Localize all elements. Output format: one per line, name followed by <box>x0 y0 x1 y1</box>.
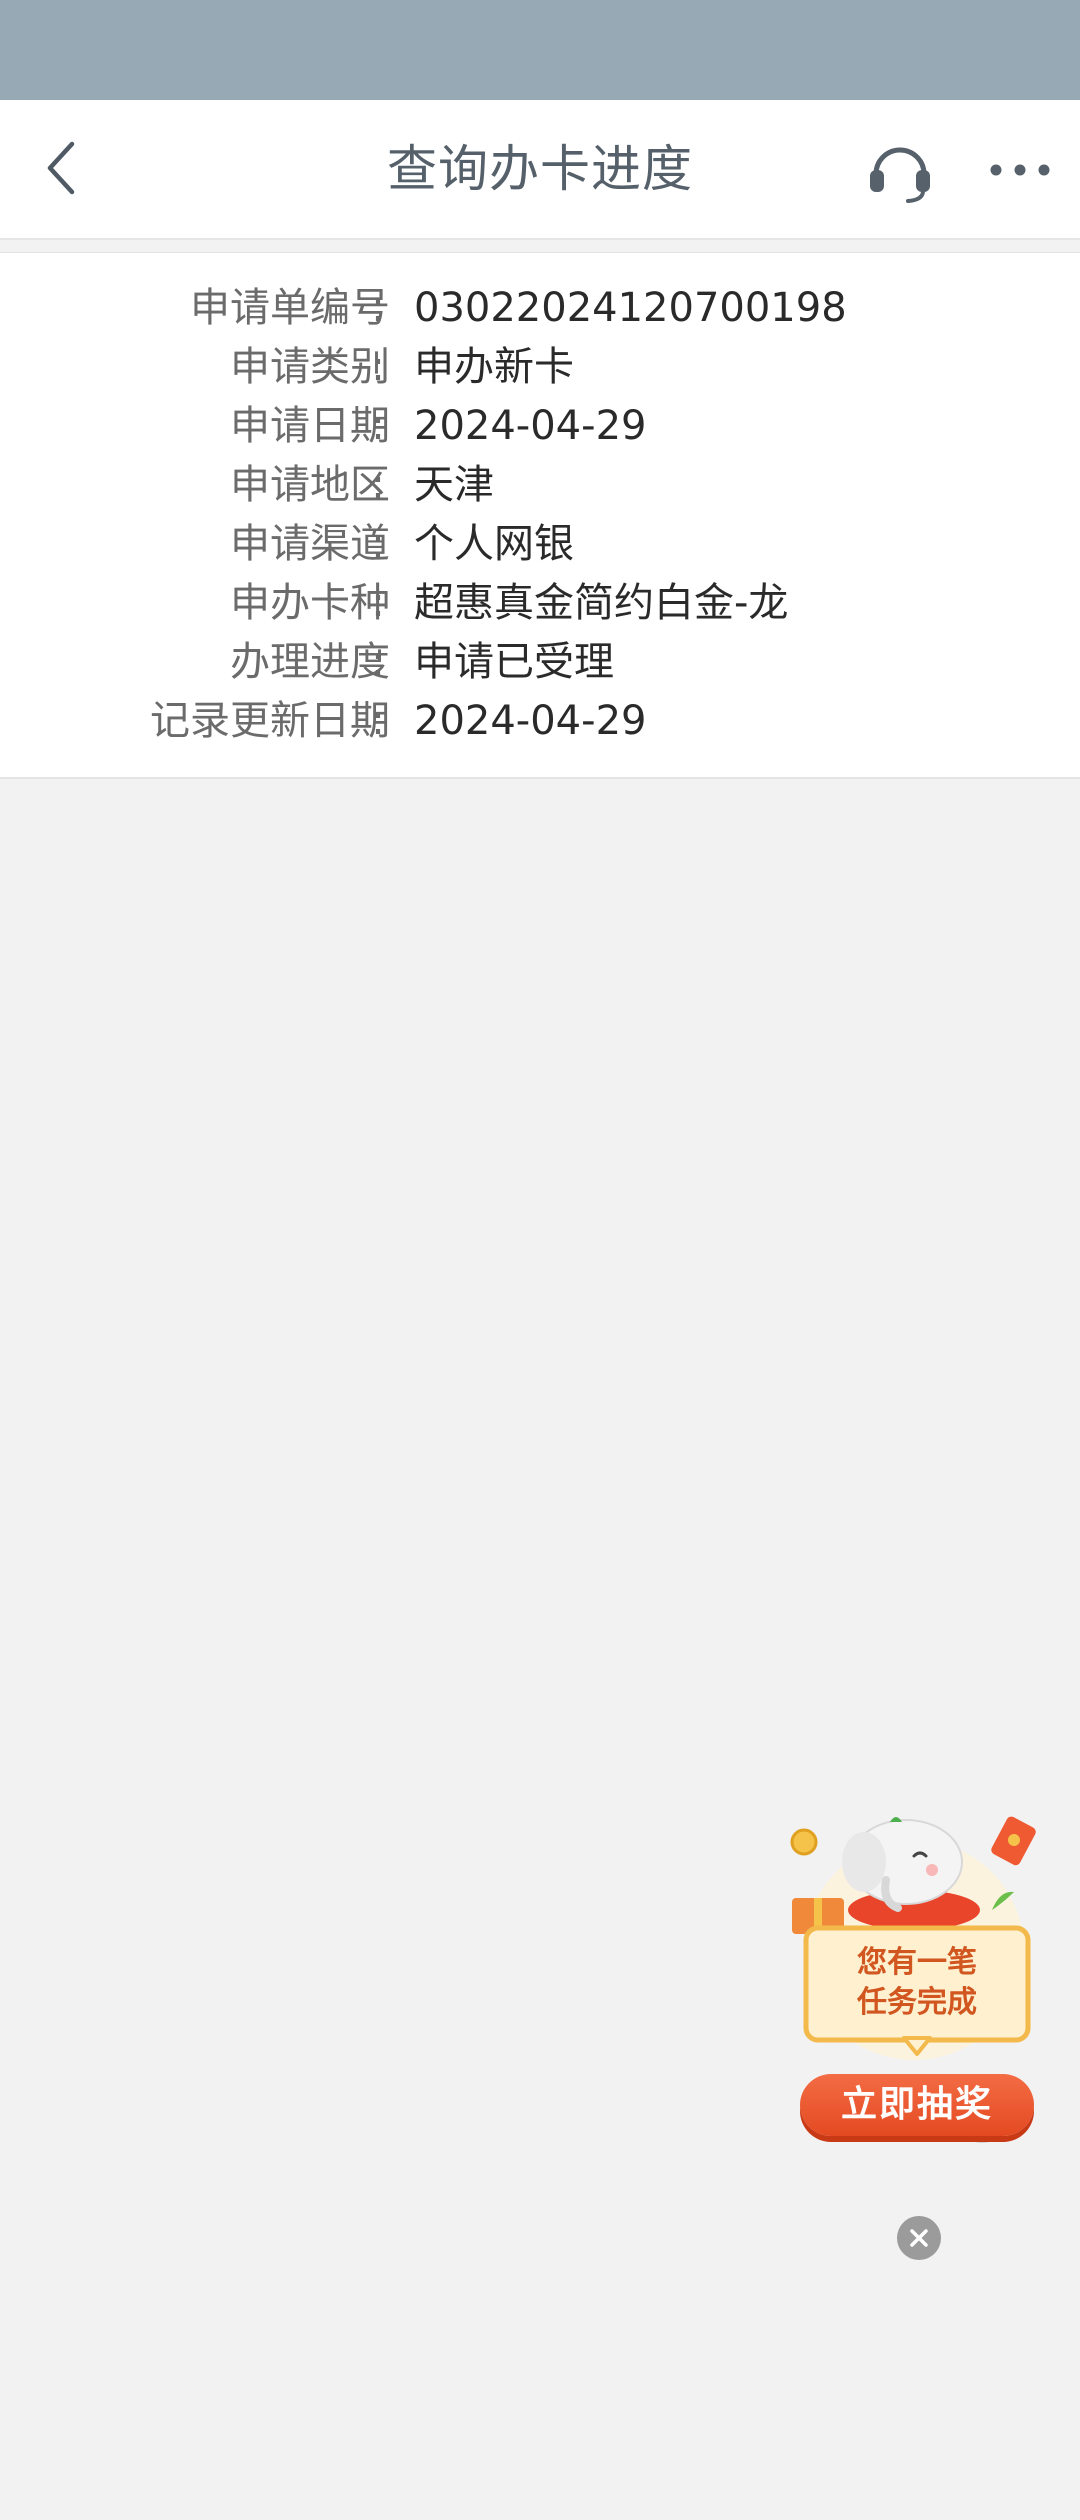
more-button[interactable] <box>980 140 1060 200</box>
info-value: 天津 <box>414 462 494 508</box>
page-title: 查询办卡进度 <box>387 140 693 198</box>
info-row-application-type: 申请类别 : 申办新卡 <box>0 338 1080 397</box>
info-colon: : <box>371 344 385 390</box>
info-colon: : <box>371 403 385 449</box>
info-row-update-date: 记录更新日期 : 2024-04-29 <box>0 692 1080 751</box>
close-icon <box>910 2229 928 2247</box>
info-row-application-channel: 申请渠道 : 个人网银 <box>0 515 1080 574</box>
customer-service-button[interactable] <box>858 130 942 210</box>
info-value: 个人网银 <box>414 521 574 567</box>
info-row-application-number: 申请单编号 : 03022024120700198 <box>0 279 1080 338</box>
promo-message: 您有一笔 任务完成 <box>786 1943 1048 2023</box>
info-value: 03022024120700198 <box>414 285 847 331</box>
info-colon: : <box>371 462 385 508</box>
chevron-left-icon <box>47 141 75 195</box>
promo-message-line2: 任务完成 <box>857 1985 977 2020</box>
info-label: 记录更新日期 <box>150 698 390 744</box>
promo-message-line1: 您有一笔 <box>857 1945 977 1980</box>
info-colon: : <box>371 285 385 331</box>
nav-bar: 查询办卡进度 <box>0 100 1080 240</box>
info-colon: : <box>371 639 385 685</box>
draw-lottery-button[interactable]: 立即抽奖 <box>800 2074 1034 2136</box>
info-row-application-date: 申请日期 : 2024-04-29 <box>0 397 1080 456</box>
info-value: 申办新卡 <box>414 344 574 390</box>
back-button[interactable] <box>30 128 94 208</box>
more-dots-icon <box>990 164 1050 176</box>
info-row-progress: 办理进度 : 申请已受理 <box>0 633 1080 692</box>
headset-icon <box>870 147 930 203</box>
info-value: 超惠真金简约白金-龙 <box>414 580 789 626</box>
info-colon: : <box>371 580 385 626</box>
application-info-card: 申请单编号 : 03022024120700198 申请类别 : 申办新卡 申请… <box>0 252 1080 779</box>
info-label: 申请单编号 <box>190 285 390 331</box>
promo-close-button[interactable] <box>897 2216 941 2260</box>
info-row-card-type: 申办卡种 : 超惠真金简约白金-龙 <box>0 574 1080 633</box>
info-row-application-region: 申请地区 : 天津 <box>0 456 1080 515</box>
info-value: 申请已受理 <box>414 639 614 685</box>
status-bar <box>0 0 1080 100</box>
lottery-promo-widget[interactable]: 您有一笔 任务完成 立即抽奖 <box>786 1810 1048 2152</box>
info-colon: : <box>371 521 385 567</box>
info-value: 2024-04-29 <box>414 698 647 744</box>
info-colon: : <box>371 698 385 744</box>
info-value: 2024-04-29 <box>414 403 647 449</box>
